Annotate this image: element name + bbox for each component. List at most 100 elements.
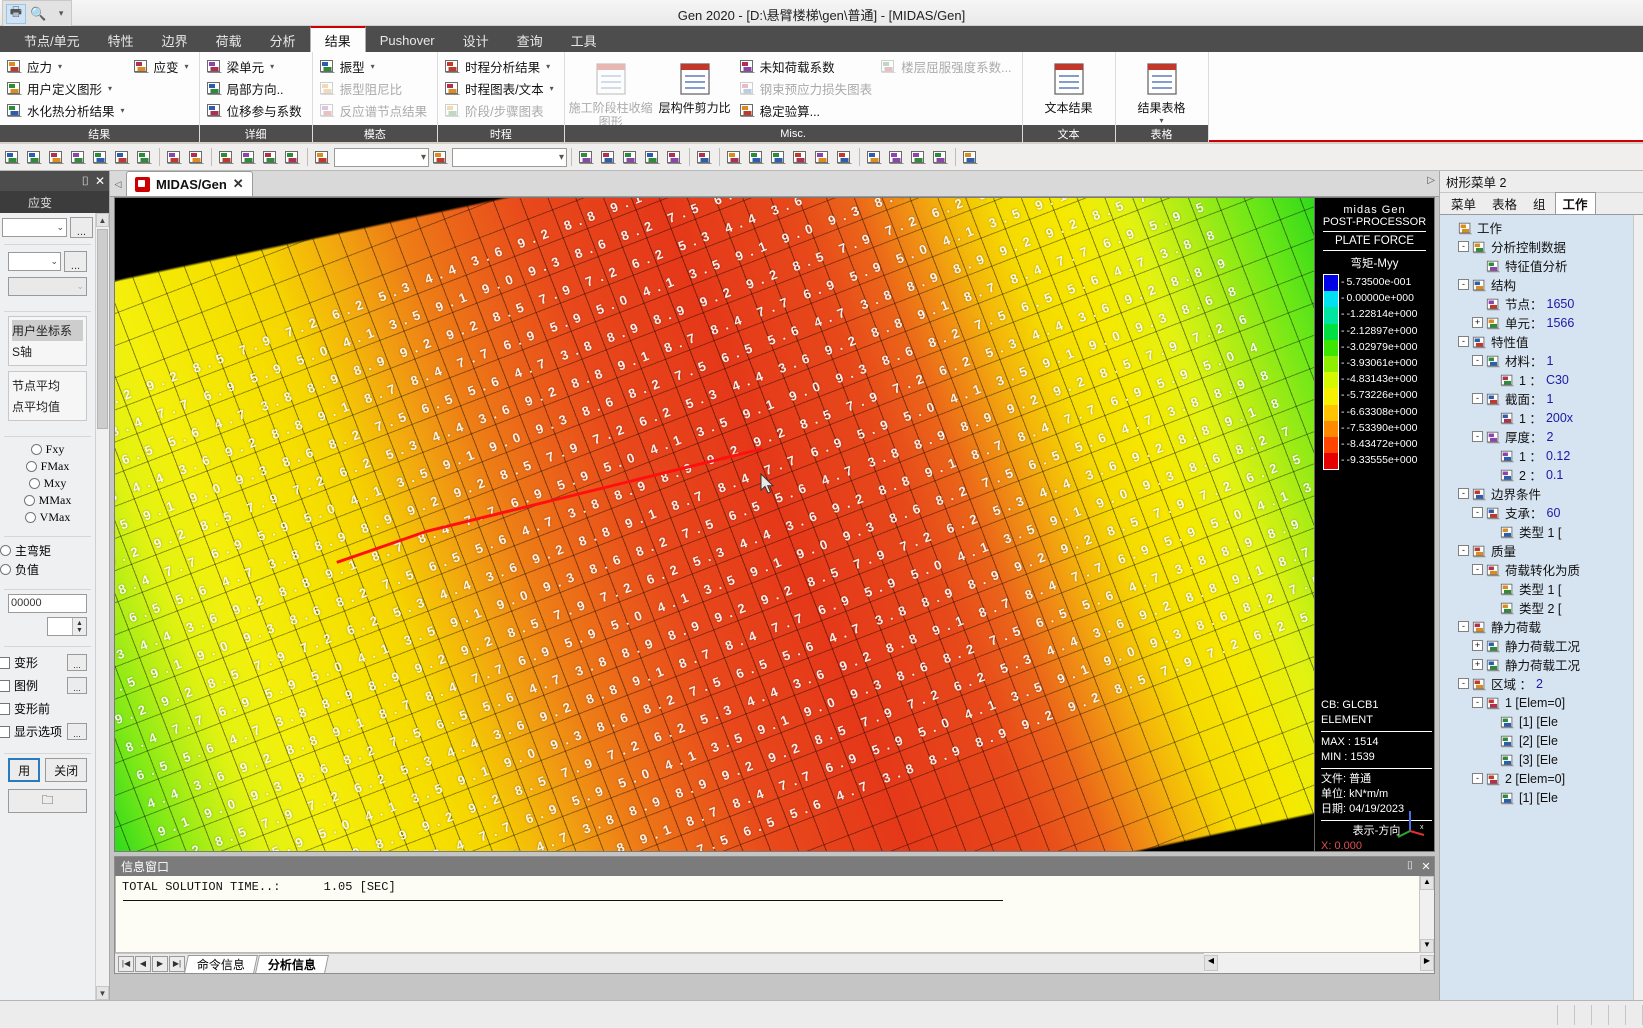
ribbon-tab-1[interactable]: 特性 [94,28,148,52]
tab-prev-button[interactable]: ◁ [110,172,126,196]
select-down-icon[interactable] [216,147,237,168]
tree-node-13[interactable]: 2 ： 0.1 [1440,465,1633,484]
tree-menu-panel[interactable]: 树形菜单 2 菜单 表格组工作 工作 - 分析控制数据 特征值分析 - 结构 节点： 1650 +… [1439,171,1643,1000]
coordinate-axis[interactable]: S轴 [12,341,83,362]
tree-node-24[interactable]: - 区域 ： 2 [1440,674,1633,693]
tree-panel-body[interactable]: 工作 - 分析控制数据 特征值分析 - 结构 节点： 1650 + 单元： 1566- 特性值 - 材料：… [1440,215,1633,1000]
checkbox-row-1[interactable]: 图例... [0,674,87,697]
message-tab-1[interactable]: 分析信息 [255,954,329,973]
ribbon-big-button-6-0[interactable]: 结果表格 ▾ [1120,55,1204,125]
checkbox-icon[interactable] [0,702,10,715]
left-combo-row-1[interactable]: ⌄ ... [2,217,93,238]
plane-select-icon[interactable] [90,147,111,168]
tree-node-2[interactable]: 特征值分析 [1440,256,1633,275]
pick-tool-icon[interactable] [430,147,451,168]
tree-node-27[interactable]: [2] [Ele [1440,731,1633,750]
radio-icon[interactable] [0,545,11,556]
coordinate-selected[interactable]: 用户坐标系 [12,320,83,341]
tree-tab-1[interactable]: 表格 [1485,193,1524,214]
coordinate-box[interactable]: 用户坐标系 S轴 [8,316,87,366]
render-fill-icon[interactable] [834,147,855,168]
tree-node-0[interactable]: 工作 [1440,218,1633,237]
message-window[interactable]: 信息窗口 ⌷ ✕ TOTAL SOLUTION TIME..: 1.05 [SE… [114,856,1435,974]
message-vertical-scrollbar[interactable]: ▲ ▼ [1419,876,1434,953]
collapse-icon[interactable]: - [1472,431,1483,442]
ribbon-item-3-0-1[interactable]: 时程图表/文本 ▾ [442,77,560,99]
close-button[interactable]: 关闭 [45,758,87,782]
load-case-combo[interactable]: ⌄ [2,218,67,237]
ribbon-item-1-0-0[interactable]: 梁单元 ▾ [204,55,308,77]
load-case-more-button[interactable]: ... [70,217,93,238]
tree-node-18[interactable]: - 荷载转化为质 [1440,560,1633,579]
collapse-icon[interactable]: - [1472,507,1483,518]
identity-select-icon[interactable] [134,147,155,168]
checkbox-icon[interactable] [0,679,10,692]
collapse-icon[interactable]: - [1458,678,1469,689]
collapse-icon[interactable]: - [1458,621,1469,632]
tree-node-9[interactable]: - 截面： 1 [1440,389,1633,408]
render-icon[interactable] [812,147,833,168]
ribbon-tab-2[interactable]: 边界 [148,28,202,52]
component-combo[interactable]: ⌄ [8,252,61,271]
chevron-down-icon[interactable]: ▾ [1160,116,1164,125]
collapse-icon[interactable]: - [1472,393,1483,404]
average-option-1[interactable]: 节点平均 [12,375,83,396]
tree-node-7[interactable]: - 材料： 1 [1440,351,1633,370]
radio-icon[interactable] [28,478,40,489]
collapse-icon[interactable]: - [1472,773,1483,784]
radio-option-fmax[interactable]: FMax [8,458,87,475]
select-by-window-icon[interactable] [186,147,207,168]
ribbon-tab-8[interactable]: 查询 [503,28,557,52]
tree-node-1[interactable]: - 分析控制数据 [1440,237,1633,256]
ribbon-item-0-0-0[interactable]: 应力 ▾ [4,55,131,77]
chevron-down-icon[interactable]: ▾ [58,62,62,71]
pick-point-icon[interactable] [312,147,333,168]
ribbon-big-button-4-1[interactable]: 层构件剪力比 [653,55,737,130]
folder-icon[interactable]: 🗀 [8,789,87,813]
tree-tab-0[interactable]: 菜单 [1444,193,1483,214]
document-tab-bar[interactable]: ◁ MIDAS/Gen ✕ ▷ [110,171,1439,197]
tree-node-16[interactable]: 类型 1 [ [1440,522,1633,541]
left-combo-row-2[interactable]: ⌄ ... [8,251,87,272]
status-toggle-2[interactable] [1609,1004,1626,1025]
tree-node-25[interactable]: - 1 [Elem=0] [1440,693,1633,712]
message-horizontal-scrollbar[interactable]: ◀ ▶ [1204,953,1434,973]
table-icon[interactable] [960,147,981,168]
checkbox-options-button-1[interactable]: ... [67,677,87,694]
polygon-select-icon[interactable] [46,147,67,168]
node-number-icon[interactable] [886,147,907,168]
tree-node-22[interactable]: + 静力荷载工况 [1440,636,1633,655]
close-icon[interactable]: ✕ [1418,860,1434,873]
ribbon-item-1-0-2[interactable]: 位移参与系数 [204,99,308,121]
tree-node-10[interactable]: 1 ： 200x [1440,408,1633,427]
checkbox-icon[interactable] [0,725,10,738]
tab-next-button[interactable]: ▷ [1427,175,1435,186]
tree-node-5[interactable]: + 单元： 1566 [1440,313,1633,332]
message-nav-1[interactable]: ◀ [135,955,151,972]
tree-node-26[interactable]: [1] [Ele [1440,712,1633,731]
intersect-select-icon[interactable] [68,147,89,168]
status-toggle-3[interactable] [1626,1004,1643,1025]
tree-tab-2[interactable]: 组 [1526,193,1553,214]
tree-node-6[interactable]: - 特性值 [1440,332,1633,351]
numeric-spinner[interactable]: ▲ ▼ [47,617,87,636]
unselect-down-icon[interactable] [238,147,259,168]
radio-icon[interactable] [23,495,35,506]
checkbox-options-button-3[interactable]: ... [67,723,87,740]
message-window-body[interactable]: TOTAL SOLUTION TIME..: 1.05 [SEC] [115,876,1434,953]
expand-icon[interactable]: + [1472,317,1483,328]
ribbon-tab-3[interactable]: 荷载 [202,28,256,52]
tree-node-11[interactable]: - 厚度： 2 [1440,427,1633,446]
area-icon[interactable] [642,147,663,168]
node-snap-icon[interactable] [576,147,597,168]
message-nav-2[interactable]: ▶ [152,955,168,972]
radio-icon[interactable] [30,444,42,455]
ribbon-tab-5[interactable]: 结果 [309,26,366,52]
radio-option-vmax[interactable]: VMax [8,509,87,526]
select-none-icon[interactable] [282,147,303,168]
status-toggle-1[interactable] [1592,1004,1609,1025]
average-box[interactable]: 节点平均 点平均值 [8,371,87,421]
chevron-down-icon[interactable]: ▾ [270,62,274,71]
ribbon-item-0-1-0[interactable]: 应变 ▾ [131,55,195,77]
selection-toolbar[interactable]: ▾ ▾ [0,144,1643,171]
